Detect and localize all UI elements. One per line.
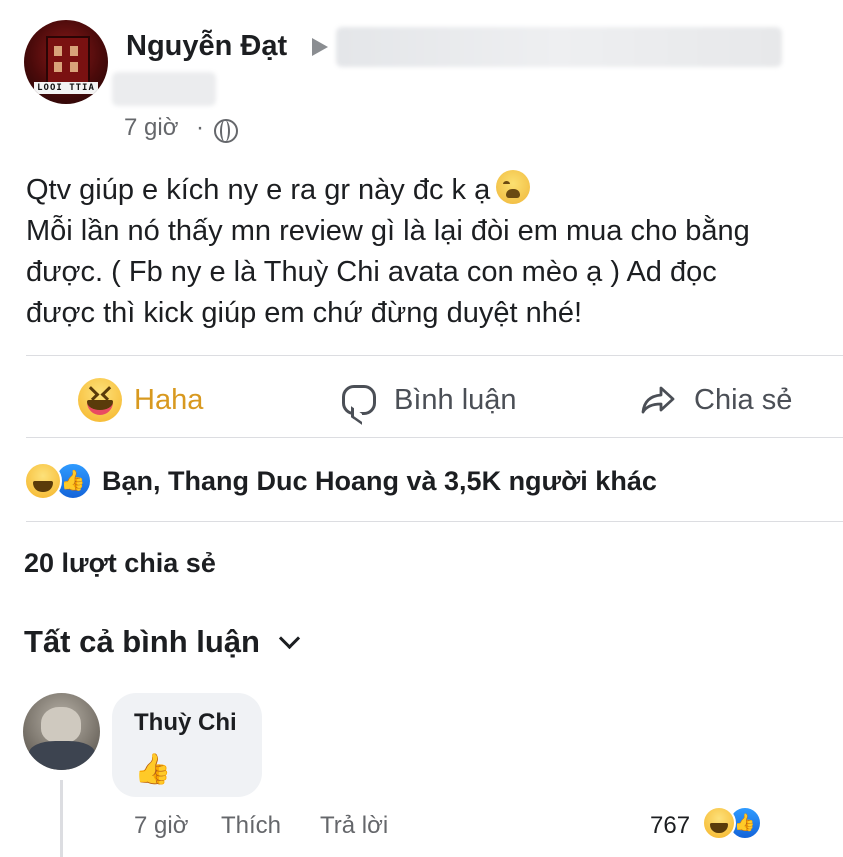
- comments-filter-label: Tất cả bình luận: [24, 624, 260, 659]
- comment-button[interactable]: Bình luận: [342, 378, 517, 422]
- post-body: Qtv giúp e kích ny e ra gr này đc k ạ Mỗ…: [26, 170, 826, 334]
- chevron-down-icon: [278, 627, 301, 649]
- comment-reply-button[interactable]: Trả lời: [320, 812, 388, 840]
- share-icon: [641, 386, 675, 414]
- reactions-summary[interactable]: 👍 Bạn, Thang Duc Hoang và 3,5K người khá…: [24, 462, 657, 500]
- haha-icon: [78, 378, 122, 422]
- meta-separator: ·: [196, 114, 204, 141]
- comment-icon: [342, 385, 376, 415]
- post-line: Qtv giúp e kích ny e ra gr này đc k ạ: [26, 170, 826, 211]
- haha-label: Haha: [134, 383, 204, 416]
- commenter-avatar[interactable]: [23, 693, 100, 770]
- post-line: được. ( Fb ny e là Thuỳ Chi avata con mè…: [26, 256, 717, 288]
- comment-time: 7 giờ: [134, 812, 189, 839]
- post-line: được thì kick giúp em chứ đừng duyệt nhé…: [26, 297, 583, 329]
- divider: [26, 355, 843, 356]
- author-name[interactable]: Nguyễn Đạt: [126, 30, 287, 63]
- avatar-caption: LOOI TTIA: [34, 82, 98, 94]
- commenter-name[interactable]: Thuỳ Chi: [134, 709, 237, 737]
- comment-label: Bình luận: [394, 383, 517, 416]
- post-timestamp[interactable]: 7 giờ: [124, 114, 178, 142]
- share-label: Chia sẻ: [694, 383, 793, 416]
- globe-icon: [214, 119, 238, 143]
- comments-filter[interactable]: Tất cả bình luận: [24, 624, 301, 660]
- avatar-building-shape: [46, 36, 90, 84]
- blurred-group-name: [336, 27, 782, 67]
- share-button[interactable]: Chia sẻ: [640, 378, 792, 422]
- divider: [26, 437, 843, 438]
- post-line-text: Qtv giúp e kích ny e ra gr này đc k ạ: [26, 174, 491, 206]
- comment-content: 👍: [134, 753, 172, 786]
- comment-reaction-count[interactable]: 767: [650, 812, 690, 840]
- reactions-text: Bạn, Thang Duc Hoang và 3,5K người khác: [102, 465, 657, 496]
- divider: [26, 521, 843, 522]
- arrow-right-icon: [312, 38, 328, 56]
- haha-icon: [24, 462, 62, 500]
- crying-face-icon: [496, 170, 531, 204]
- comment-like-button[interactable]: Thích: [221, 812, 281, 840]
- thread-line: [60, 780, 63, 857]
- comment-reactions[interactable]: 👍: [702, 806, 762, 840]
- blurred-subtitle: [112, 72, 216, 106]
- post-line: Mỗi lần nó thấy mn review gì là lại đòi …: [26, 215, 750, 247]
- haha-button[interactable]: Haha: [78, 378, 203, 422]
- author-avatar[interactable]: LOOI TTIA: [24, 20, 108, 104]
- share-count[interactable]: 20 lượt chia sẻ: [24, 548, 216, 579]
- haha-icon: [702, 806, 736, 840]
